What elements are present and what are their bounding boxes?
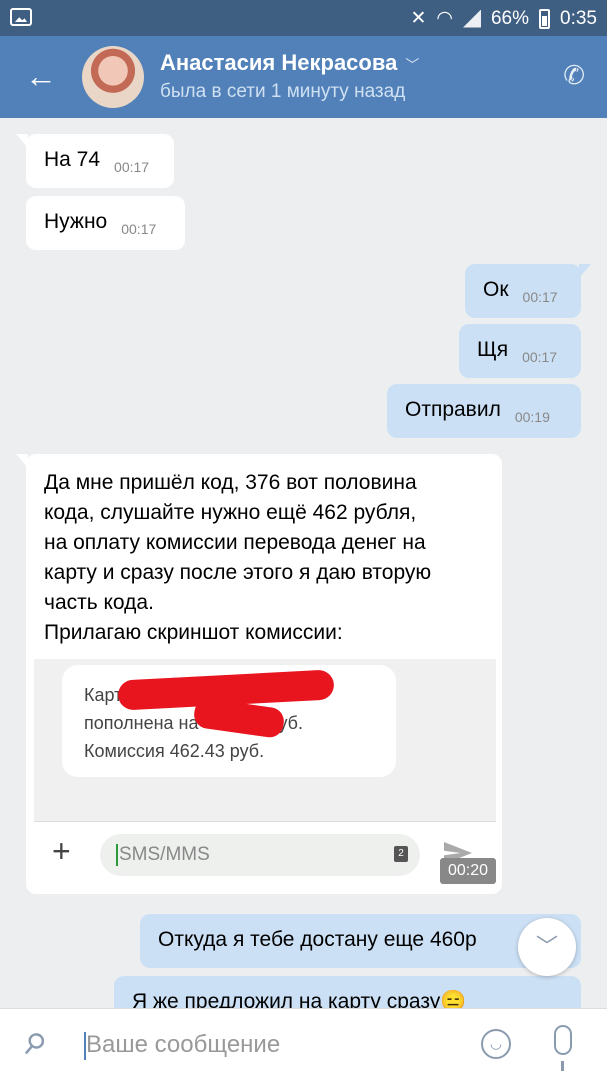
message-time: 00:17 (114, 159, 150, 175)
gallery-icon (10, 8, 32, 26)
contact-name-text: Анастасия Некрасова (160, 50, 398, 75)
message-out[interactable]: Отправил 00:19 (387, 384, 581, 438)
message-input[interactable]: Ваше сообщение (84, 1027, 464, 1063)
chat-header: ← Анастасия Некрасова ﹀ была в сети 1 мин… (0, 36, 607, 118)
chevron-down-icon[interactable]: ﹀ (405, 57, 419, 73)
message-text: Да мне пришёл код, 376 вот половина кода… (44, 471, 432, 644)
battery-icon (539, 8, 551, 29)
avatar[interactable] (82, 46, 144, 108)
wifi-icon: ◠ (436, 8, 453, 29)
message-in[interactable]: Нужно 00:17 (26, 196, 185, 250)
message-time: 00:17 (121, 221, 157, 237)
contact-name[interactable]: Анастасия Некрасова ﹀ (160, 50, 419, 76)
message-in-long[interactable]: Да мне пришёл код, 376 вот половина кода… (26, 454, 502, 894)
message-out[interactable]: Щя 00:17 (459, 324, 581, 378)
phone-icon[interactable]: ✆ (563, 60, 585, 91)
microphone-icon[interactable] (554, 1025, 572, 1071)
message-in[interactable]: На 74 00:17 (26, 134, 174, 188)
sms-input-bar: + SMS/MMS 2 00:20 (34, 821, 496, 891)
sms-line-2-start: пополнена на (84, 713, 199, 733)
message-out[interactable]: Я же предложил на карту сразу😑 (114, 976, 581, 1008)
plus-icon: + (52, 833, 71, 869)
message-time: 00:17 (522, 349, 558, 365)
message-text: Щя (477, 338, 509, 361)
sms-line-3: Комиссия 462.43 руб. (84, 741, 265, 761)
battery-percent: 66% (490, 7, 530, 29)
chevron-down-icon: ﹀ (535, 934, 558, 959)
message-text: Откуда я тебе достану еще 460р (158, 928, 477, 951)
message-text: Отправил (405, 398, 501, 421)
message-text: Ок (483, 278, 509, 301)
message-text: Нужно (44, 210, 108, 233)
paperclip-icon[interactable]: ⚲ (16, 1024, 53, 1062)
mute-icon: ✕ (410, 8, 427, 29)
message-list[interactable]: На 74 00:17 Нужно 00:17 Ок 00:17 Щя 00:17 От… (0, 118, 607, 1008)
message-text: Я же предложил на карту сразу😑 (132, 990, 467, 1008)
message-time: 00:17 (522, 289, 558, 305)
status-icons: ✕ ◠ 66% 0:35 (410, 7, 597, 30)
message-time: 00:20 (440, 858, 496, 884)
scroll-down-button[interactable]: ﹀ (518, 918, 576, 976)
text-cursor (116, 843, 118, 866)
message-out[interactable]: Откуда я тебе достану еще 460р (140, 914, 581, 968)
clock: 0:35 (560, 7, 597, 29)
input-placeholder: Ваше сообщение (86, 1031, 281, 1058)
status-bar: ✕ ◠ 66% 0:35 (0, 0, 607, 36)
message-out[interactable]: Ок 00:17 (465, 264, 581, 318)
sms-placeholder: SMS/MMS (119, 844, 210, 865)
message-time: 00:19 (514, 409, 550, 425)
last-seen-status: была в сети 1 минуту назад (160, 81, 406, 102)
message-composer: ⚲ Ваше сообщение ◡ (0, 1008, 607, 1081)
signal-icon (462, 9, 481, 28)
emoji-icon[interactable]: ◡ (481, 1029, 511, 1059)
sms-field: SMS/MMS 2 (100, 834, 420, 876)
back-arrow-icon[interactable]: ← (25, 60, 57, 92)
message-text: На 74 (44, 148, 101, 171)
sim-badge: 2 (394, 846, 408, 862)
attached-screenshot[interactable]: Карт пополнена на уб. Комиссия 462.43 руб… (34, 659, 496, 891)
